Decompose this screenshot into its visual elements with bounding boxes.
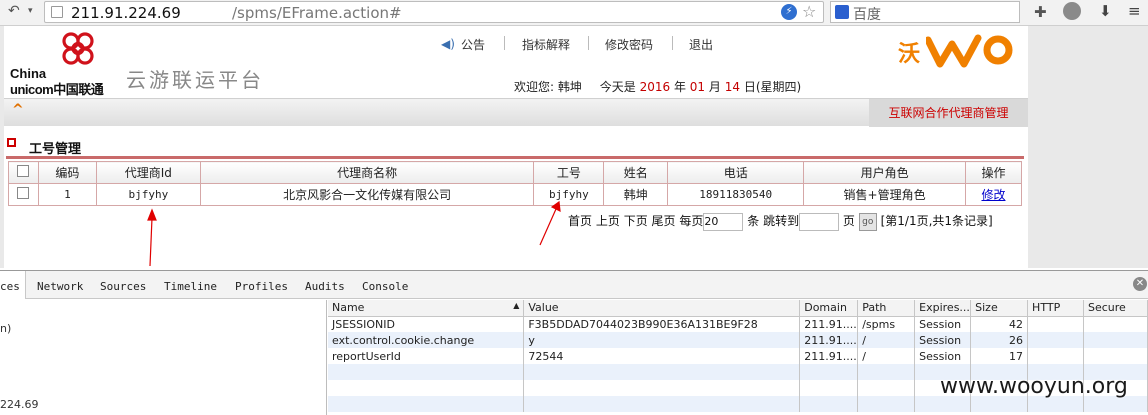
cookie-expires: Session [914, 332, 972, 348]
cookie-value: y [523, 332, 801, 348]
col-header-domain[interactable]: Domain [799, 300, 859, 317]
watermark: www.wooyun.org [940, 374, 1128, 399]
close-devtools-icon[interactable]: ✕ [1133, 277, 1147, 291]
col-header-name[interactable]: Name ▲ [328, 300, 525, 317]
cookie-path: /spms [857, 316, 916, 332]
cookie-expires: Session [914, 348, 972, 364]
cookie-http [1027, 348, 1084, 364]
tab-timeline[interactable]: Timeline [164, 280, 217, 293]
devtools-tab-bar: ces Network Sources Timeline Profiles Au… [0, 271, 1148, 299]
cookie-path: / [857, 348, 916, 364]
sidebar-item[interactable]: 224.69 [0, 398, 39, 411]
col-header-expires[interactable]: Expires... [914, 300, 972, 317]
tab-resources-label: ces [0, 280, 20, 293]
col-header-size[interactable]: Size [970, 300, 1029, 317]
cookie-secure [1083, 316, 1148, 332]
col-header-http[interactable]: HTTP [1027, 300, 1084, 317]
tab-audits[interactable]: Audits [305, 280, 345, 293]
devtools-panel: ces Network Sources Timeline Profiles Au… [0, 270, 1148, 415]
cookie-domain: 211.91.... [799, 316, 859, 332]
cookie-row[interactable]: reportUserId 72544 211.91.... / Session … [328, 348, 1148, 364]
col-header-path[interactable]: Path [857, 300, 916, 317]
cookie-http [1027, 316, 1084, 332]
cookie-value: 72544 [523, 348, 801, 364]
col-header-secure[interactable]: Secure [1083, 300, 1148, 317]
cookie-name: reportUserId [328, 348, 525, 364]
cookie-domain: 211.91.... [799, 348, 859, 364]
cookie-value: F3B5DDAD7044023B990E36A131BE9F28 [523, 316, 801, 332]
cookie-http [1027, 332, 1084, 348]
cookie-expires: Session [914, 316, 972, 332]
cookie-row[interactable]: JSESSIONID F3B5DDAD7044023B990E36A131BE9… [328, 316, 1148, 332]
sidebar-item[interactable]: n) [0, 322, 11, 335]
cookie-size: 17 [970, 348, 1029, 364]
tab-sources[interactable]: Sources [100, 280, 146, 293]
cookie-size: 42 [970, 316, 1029, 332]
cookie-row[interactable]: ext.control.cookie.change y 211.91.... /… [328, 332, 1148, 348]
col-header-value[interactable]: Value [523, 300, 801, 317]
cookie-name: JSESSIONID [328, 316, 525, 332]
cookies-header-row: Name ▲ Value Domain Path Expires... Size … [328, 300, 1148, 317]
cookie-size: 26 [970, 332, 1029, 348]
cookie-secure [1083, 332, 1148, 348]
tab-network[interactable]: Network [37, 280, 83, 293]
tab-profiles[interactable]: Profiles [235, 280, 288, 293]
cookie-path: / [857, 332, 916, 348]
cookie-name: ext.control.cookie.change [328, 332, 525, 348]
col-name-label: Name [332, 301, 365, 315]
devtools-sidebar: n) 224.69 [0, 300, 327, 415]
tab-resources-active[interactable]: ces [0, 271, 26, 299]
tab-console[interactable]: Console [362, 280, 408, 293]
cookie-domain: 211.91.... [799, 332, 859, 348]
sort-ascending-icon: ▲ [513, 301, 520, 311]
cookie-secure [1083, 348, 1148, 364]
